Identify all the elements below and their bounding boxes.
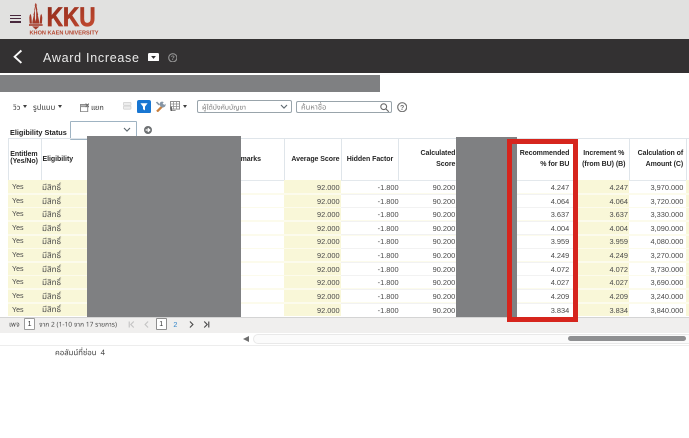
svg-text:KKU: KKU (47, 2, 96, 32)
svg-text:?: ? (400, 105, 404, 112)
svg-text:?: ? (170, 55, 174, 62)
svg-text:KHON KAEN UNIVERSITY: KHON KAEN UNIVERSITY (30, 31, 99, 37)
